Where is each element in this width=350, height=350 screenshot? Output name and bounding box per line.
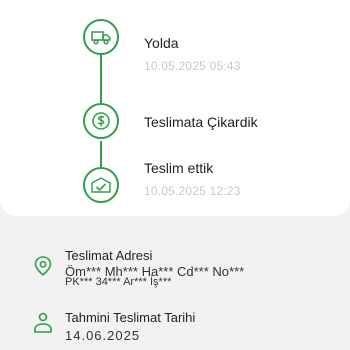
- step-date-delivered: 10.05.2025 12:23: [144, 184, 241, 198]
- person-icon: [33, 312, 53, 339]
- step-title-out-for-delivery: Teslimata Çikardik: [144, 114, 258, 130]
- order-tracking-card: Yolda 10.05.2025 05:43 Teslimata Çikardi…: [0, 0, 350, 216]
- timeline-connector-2: [100, 141, 102, 167]
- timeline-connector-1: [100, 55, 102, 103]
- step-title-delivered: Teslim ettik: [144, 160, 214, 176]
- step-title-on-the-way: Yolda: [144, 35, 179, 51]
- delivery-address-label: Teslimat Adresi: [65, 248, 153, 263]
- step-date-on-the-way: 10.05.2025 05:43: [144, 59, 241, 73]
- estimated-delivery-label: Tahmini Teslimat Tarihi: [65, 310, 196, 325]
- delivered-check-icon: [83, 167, 119, 203]
- estimated-delivery-date: 14.06.2025: [65, 328, 141, 343]
- dollar-coin-icon: [83, 103, 119, 139]
- delivery-truck-icon: [83, 19, 119, 55]
- delivery-address-line2: PK*** 34*** Ar*** İş***: [65, 276, 172, 288]
- location-pin-icon: [34, 256, 52, 281]
